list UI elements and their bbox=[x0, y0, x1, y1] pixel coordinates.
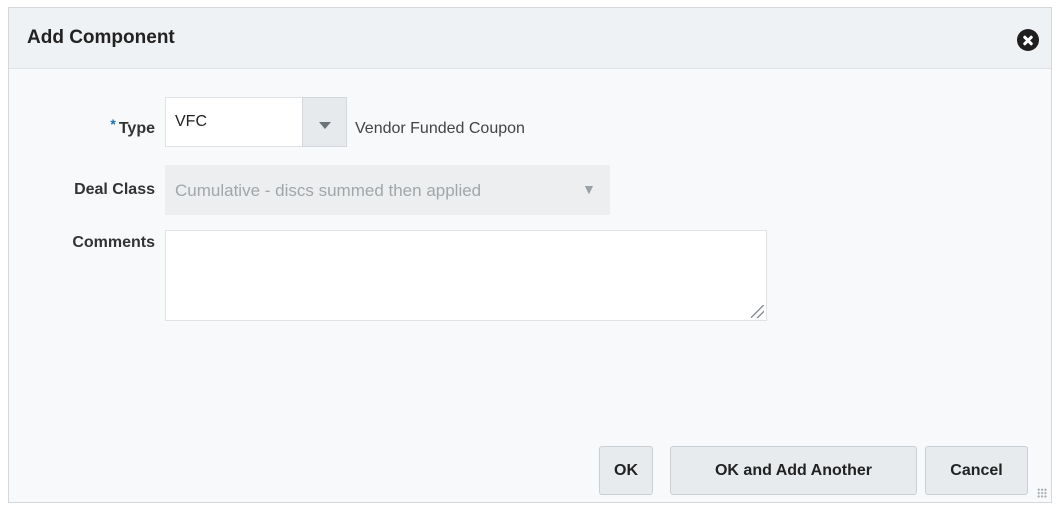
chevron-down-icon bbox=[319, 122, 331, 129]
comments-label: Comments bbox=[72, 234, 155, 251]
required-marker: * bbox=[110, 116, 116, 132]
close-icon[interactable] bbox=[1017, 29, 1039, 51]
dialog-title: Add Component bbox=[27, 27, 175, 48]
add-component-dialog: Add Component * Type VFC Vendor Funded Co… bbox=[8, 7, 1052, 503]
cancel-button[interactable]: Cancel bbox=[925, 446, 1028, 495]
ok-button[interactable]: OK bbox=[599, 446, 653, 495]
deal-class-select: Cumulative - discs summed then applied ▼ bbox=[165, 165, 610, 215]
type-label: * Type bbox=[79, 116, 155, 138]
chevron-down-icon: ▼ bbox=[582, 181, 596, 197]
type-dropdown-button[interactable] bbox=[302, 97, 347, 147]
deal-class-label: Deal Class bbox=[74, 181, 155, 198]
ok-and-add-another-button[interactable]: OK and Add Another bbox=[670, 446, 917, 495]
comments-textarea[interactable] bbox=[165, 230, 767, 321]
type-input[interactable]: VFC bbox=[165, 97, 304, 147]
dialog-resize-icon[interactable] bbox=[1037, 488, 1047, 498]
dialog-header: Add Component bbox=[9, 8, 1051, 69]
deal-class-value: Cumulative - discs summed then applied bbox=[175, 181, 482, 200]
type-label-text: Type bbox=[118, 120, 155, 137]
type-description: Vendor Funded Coupon bbox=[355, 120, 525, 137]
